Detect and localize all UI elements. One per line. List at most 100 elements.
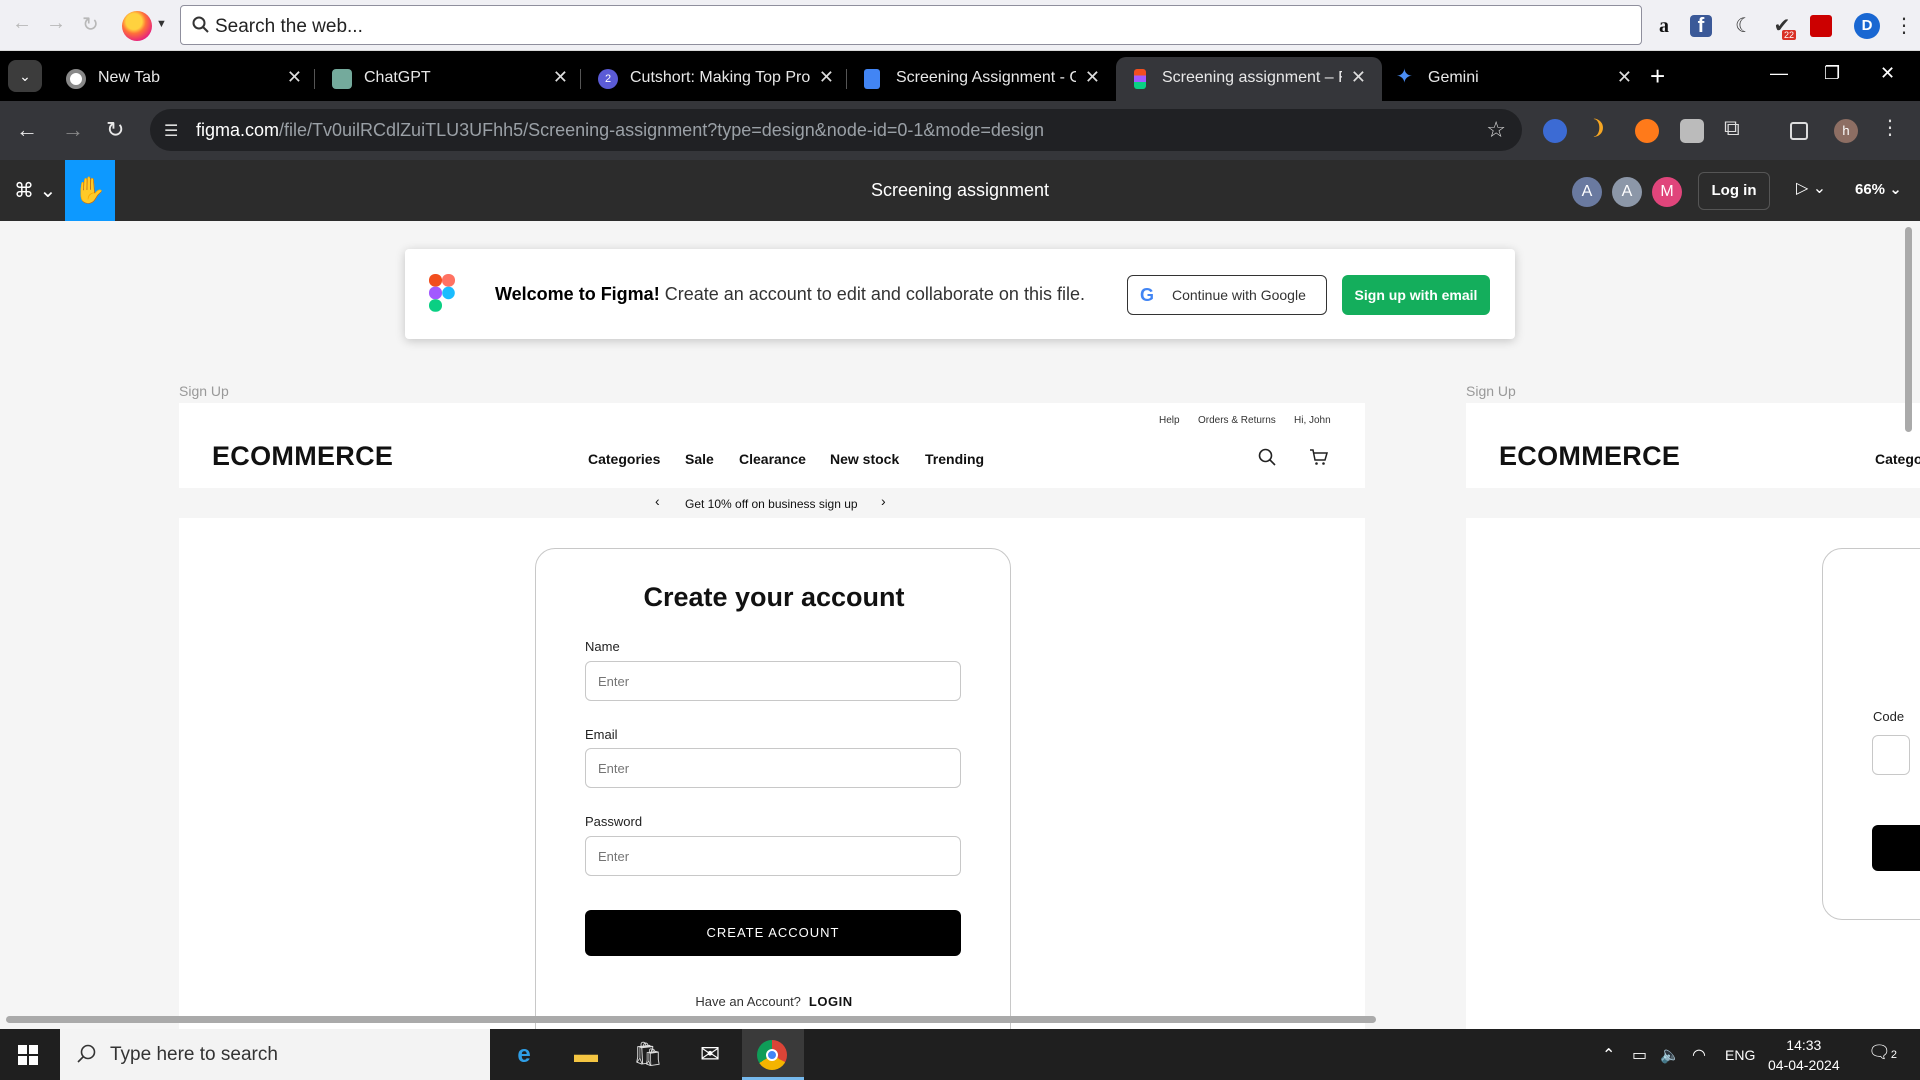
profile-d-icon[interactable]: D	[1854, 13, 1880, 39]
close-icon[interactable]: ✕	[1085, 67, 1100, 88]
back-arrow-icon[interactable]: ←	[12, 12, 32, 35]
name-label: Name	[585, 639, 620, 654]
collaborator-avatar[interactable]: A	[1612, 177, 1642, 207]
collaborator-avatar[interactable]: M	[1652, 177, 1682, 207]
taskbar-clock[interactable]: 14:33 04-04-2024	[1768, 1035, 1840, 1075]
extension-bird-icon[interactable]	[1543, 119, 1567, 143]
verify-button[interactable]	[1872, 825, 1920, 871]
adobe-pdf-icon[interactable]	[1810, 15, 1832, 37]
chevron-up-icon[interactable]: ⌃	[1602, 1045, 1615, 1065]
extension-badge: 22	[1782, 30, 1797, 40]
restore-icon[interactable]: ❐	[1824, 63, 1840, 84]
extension-grey-icon[interactable]	[1680, 119, 1704, 143]
edge-icon[interactable]: e	[506, 1037, 542, 1073]
tab-title: Screening assignment – Fig	[1162, 69, 1342, 86]
kebab-menu-icon[interactable]: ⋮	[1890, 12, 1918, 40]
tab-chatgpt[interactable]: ChatGPT ✕	[318, 57, 584, 101]
nav-categories: Catego	[1875, 451, 1920, 467]
tab-search-chevron-icon[interactable]: ⌄	[8, 60, 42, 92]
signup-card: Create your account Name Email Password …	[535, 548, 1011, 1029]
tab-title: Screening Assignment - Go	[896, 69, 1076, 86]
figma-canvas[interactable]: Welcome to Figma! Create an account to e…	[0, 221, 1920, 1029]
close-icon[interactable]: ✕	[1351, 67, 1366, 88]
tab-separator	[846, 69, 847, 89]
wifi-icon[interactable]: ◠	[1692, 1045, 1706, 1065]
back-arrow-icon[interactable]: ←	[16, 117, 38, 143]
notification-icon[interactable]: 🗨2	[1868, 1042, 1897, 1063]
verify-card: Code	[1822, 548, 1920, 920]
window-close-icon[interactable]: ✕	[1880, 63, 1895, 84]
brand-logo: ECOMMERCE	[1499, 441, 1681, 471]
frame-label[interactable]: Sign Up	[179, 383, 229, 399]
close-icon[interactable]: ✕	[819, 67, 834, 88]
code-input-box[interactable]	[1872, 735, 1910, 775]
horizontal-scrollbar[interactable]	[6, 1016, 1376, 1023]
nav-trending: Trending	[925, 451, 985, 467]
extension-dots-icon[interactable]	[1635, 119, 1659, 143]
url-text: figma.com/file/Tv0uilRCdlZuiTLU3UFhh5/Sc…	[196, 120, 1044, 140]
file-explorer-icon[interactable]: ▬	[568, 1037, 604, 1073]
chevron-down-icon[interactable]: ▼	[156, 18, 167, 30]
name-input[interactable]	[585, 661, 961, 701]
promo-bar	[1466, 488, 1920, 518]
continue-with-google-button[interactable]: G Continue with Google	[1127, 275, 1327, 315]
tab-figma-active[interactable]: Screening assignment – Fig ✕	[1116, 57, 1382, 101]
google-button-label: Continue with Google	[1172, 287, 1306, 303]
forward-arrow-icon[interactable]: →	[46, 12, 66, 35]
collaborator-avatar[interactable]: A	[1572, 177, 1602, 207]
minimize-icon[interactable]: —	[1770, 63, 1788, 84]
side-panel-icon[interactable]	[1790, 122, 1808, 140]
verify-frame[interactable]: ECOMMERCE Catego Code	[1466, 403, 1920, 1029]
taskbar-search-placeholder: Type here to search	[110, 1044, 278, 1065]
store-bag-icon[interactable]: 🛍	[630, 1037, 666, 1073]
tab-new-tab[interactable]: New Tab ✕	[52, 57, 318, 101]
address-bar[interactable]: ☰ figma.com/file/Tv0uilRCdlZuiTLU3UFhh5/…	[150, 109, 1522, 151]
language-indicator[interactable]: ENG	[1725, 1047, 1755, 1063]
close-icon[interactable]: ✕	[553, 67, 568, 88]
vertical-scrollbar[interactable]	[1905, 227, 1912, 432]
extensions-puzzle-icon[interactable]: ⧉	[1724, 115, 1748, 140]
sign-up-email-button[interactable]: Sign up with email	[1342, 275, 1490, 315]
facebook-icon[interactable]: f	[1690, 15, 1712, 37]
new-tab-plus-icon[interactable]: +	[1650, 61, 1665, 92]
password-input[interactable]	[585, 836, 961, 876]
tab-gemini[interactable]: ✦ Gemini ✕	[1382, 57, 1648, 101]
search-icon	[1258, 448, 1276, 466]
tab-google-docs[interactable]: Screening Assignment - Go ✕	[850, 57, 1116, 101]
figma-toolbar: ⌘ ⌄ ✋ Screening assignment A A M Log in …	[0, 160, 1920, 221]
create-account-button[interactable]: CREATE ACCOUNT	[585, 910, 961, 956]
tab-cutshort[interactable]: 2 Cutshort: Making Top Profi ✕	[584, 57, 850, 101]
password-label: Password	[585, 814, 643, 829]
chrome-menu-icon[interactable]: ⋮	[1880, 115, 1904, 139]
help-link: Help	[1159, 415, 1180, 426]
volume-icon[interactable]: 🔈	[1660, 1045, 1680, 1065]
close-icon[interactable]: ✕	[1617, 67, 1632, 88]
dark-mode-moon-icon[interactable]: ☾	[1730, 12, 1758, 40]
forward-arrow-icon[interactable]: →	[62, 117, 84, 143]
frame-label[interactable]: Sign Up	[1466, 383, 1516, 399]
taskbar-search-box[interactable]: Type here to search	[60, 1029, 490, 1080]
close-icon[interactable]: ✕	[287, 67, 302, 88]
promo-bar: ‹ Get 10% off on business sign up ›	[179, 488, 1365, 518]
address-row: ← → ↻ ☰ figma.com/file/Tv0uilRCdlZuiTLU3…	[0, 101, 1920, 160]
present-play-icon[interactable]: ▷ ⌄	[1796, 178, 1826, 198]
reload-icon[interactable]: ↻	[106, 117, 124, 143]
login-button[interactable]: Log in	[1698, 172, 1770, 210]
bookmark-star-icon[interactable]: ☆	[1486, 117, 1506, 143]
web-search-input[interactable]: Search the web...	[180, 5, 1642, 45]
battery-icon[interactable]: ▭	[1632, 1045, 1647, 1065]
profile-avatar[interactable]: h	[1834, 119, 1858, 143]
zoom-level[interactable]: 66% ⌄	[1855, 180, 1902, 198]
site-settings-icon[interactable]: ☰	[164, 121, 178, 141]
firefox-logo-icon[interactable]	[122, 11, 152, 41]
chrome-taskbar-app[interactable]	[742, 1029, 804, 1080]
reload-icon[interactable]: ↻	[82, 12, 99, 37]
extension-orange-icon[interactable]: ❩	[1590, 115, 1614, 139]
figma-logo-icon	[429, 274, 455, 312]
signup-frame[interactable]: Help Orders & Returns Hi, John ECOMMERCE…	[179, 403, 1365, 1029]
windows-start-icon[interactable]	[18, 1045, 38, 1065]
login-link[interactable]: LOGIN	[809, 994, 853, 1009]
mail-icon[interactable]: ✉	[692, 1037, 728, 1073]
amazon-icon[interactable]: a	[1650, 12, 1678, 40]
email-input[interactable]	[585, 748, 961, 788]
